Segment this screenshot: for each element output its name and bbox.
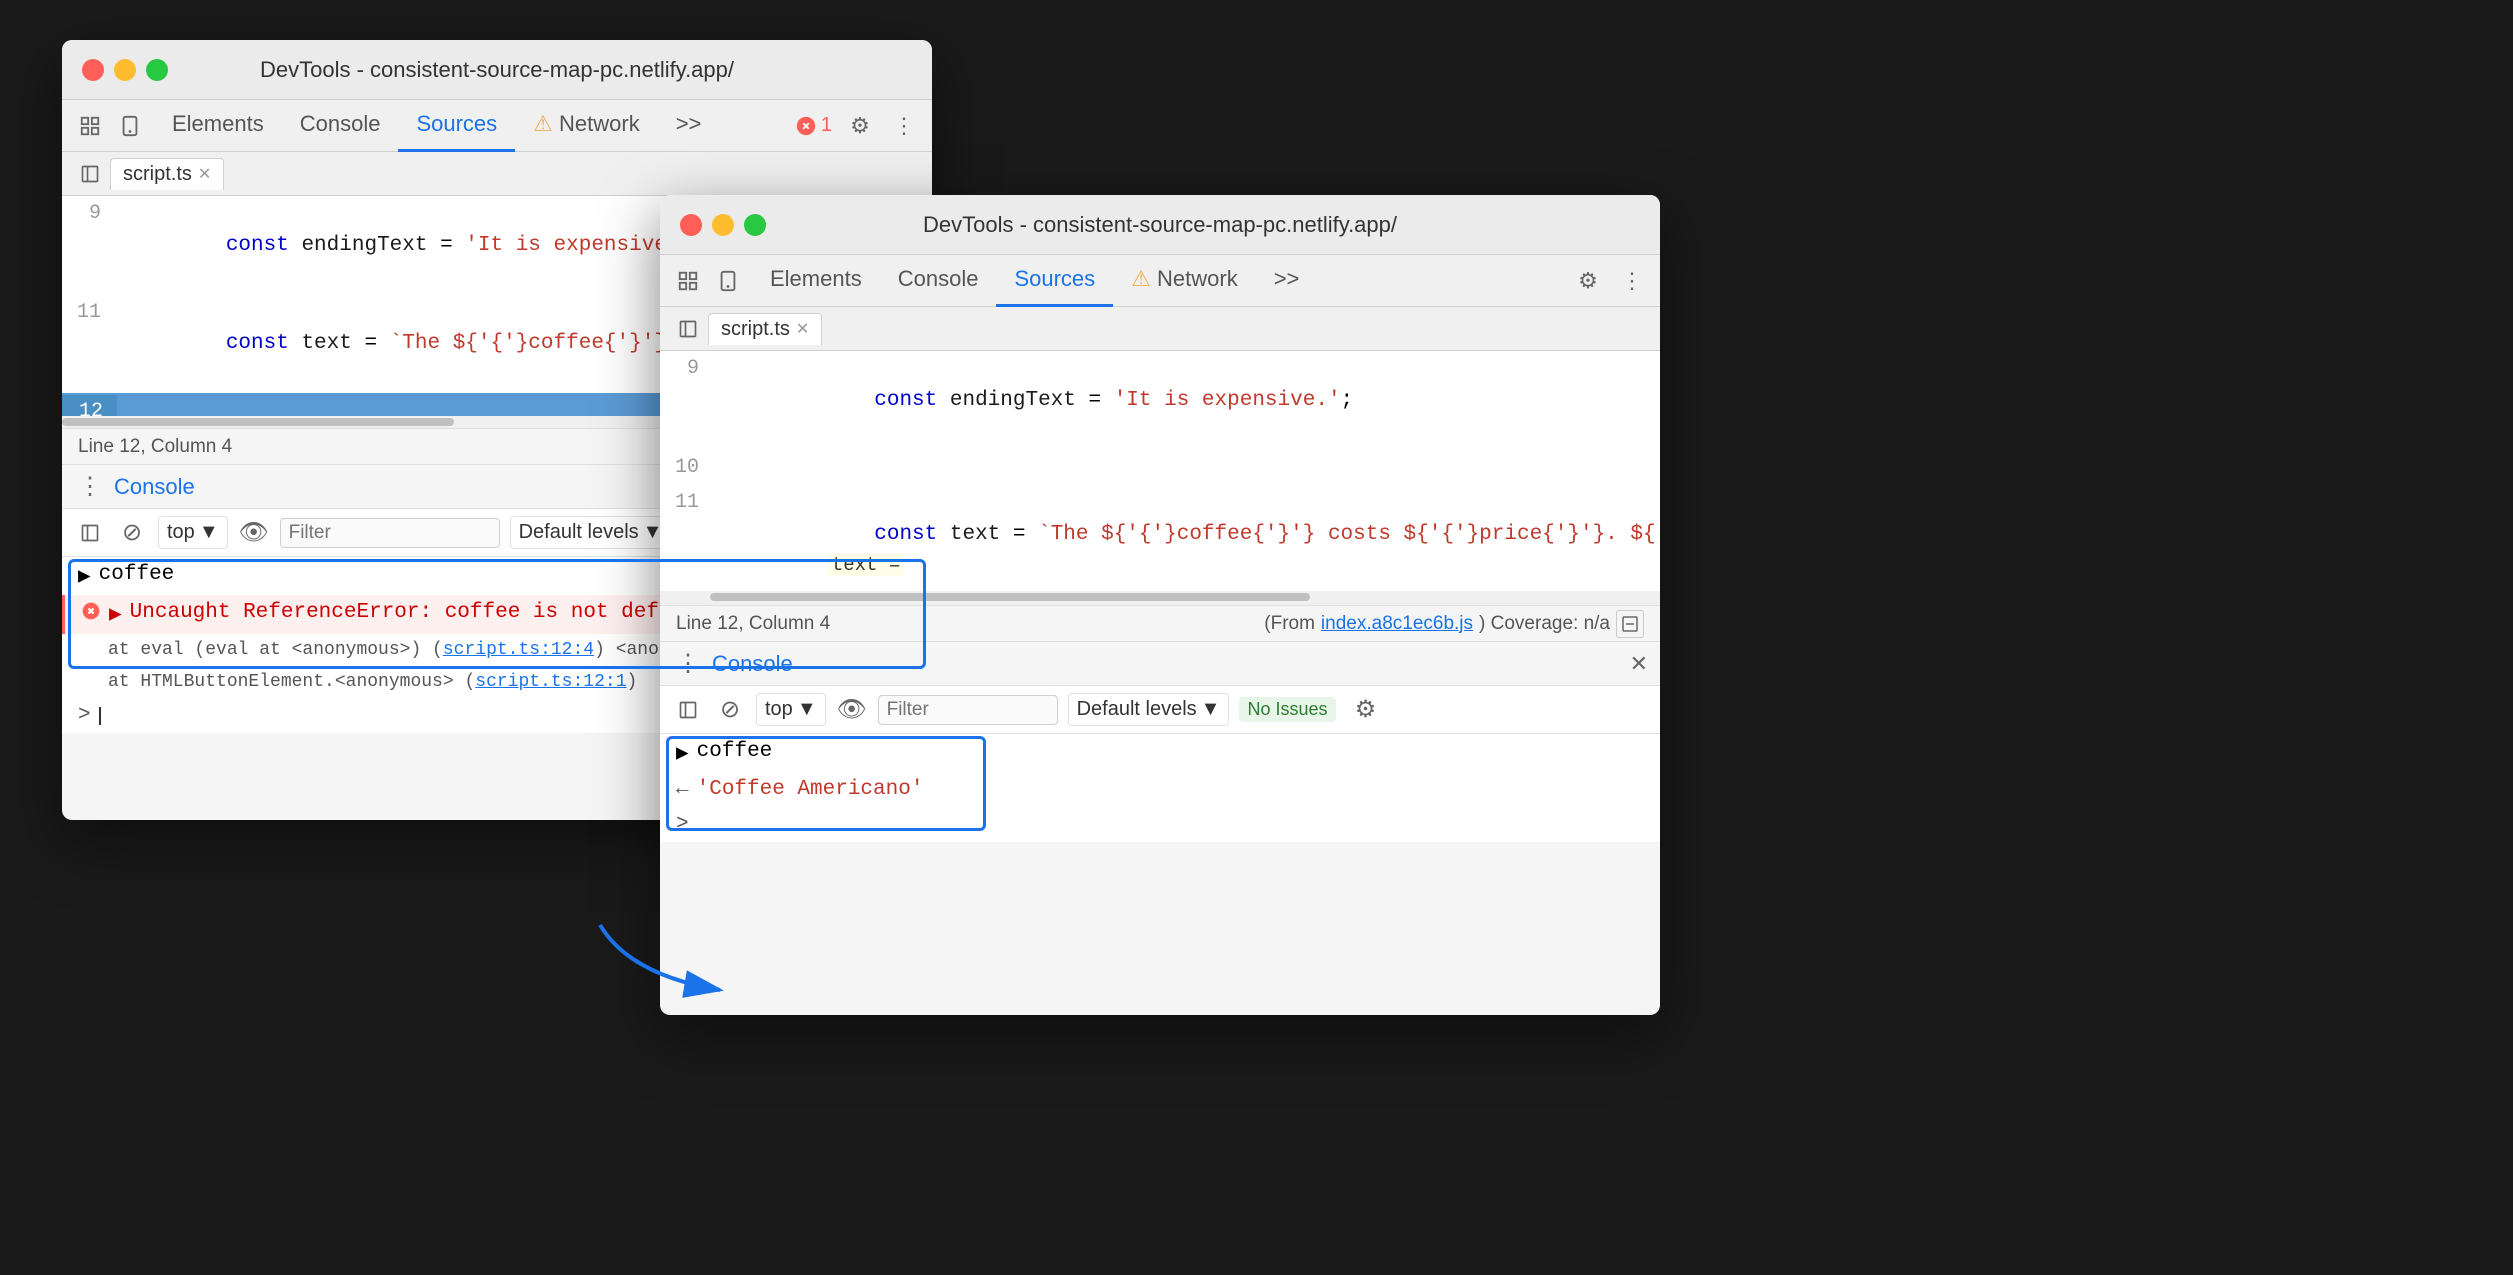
file-tab-bar-1: script.ts ✕ <box>62 152 932 196</box>
tab-network-1[interactable]: ⚠ Network <box>515 100 658 152</box>
close-console-icon[interactable]: ✕ <box>1630 651 1648 677</box>
file-tab-script-2[interactable]: script.ts ✕ <box>708 313 822 345</box>
scrollbar-2[interactable] <box>660 591 1660 605</box>
tab-elements-2[interactable]: Elements <box>752 255 880 307</box>
scrollbar-thumb-1 <box>62 418 454 426</box>
status-bar-2: Line 12, Column 4 (From index.a8c1ec6b.j… <box>660 605 1660 641</box>
minimize-button-1[interactable] <box>114 59 136 81</box>
device-icon-2[interactable] <box>712 265 744 297</box>
console-entry-return: ← 'Coffee Americano' <box>660 772 1660 807</box>
cursor-1 <box>99 707 101 725</box>
default-levels-1[interactable]: Default levels ▼ <box>510 516 672 549</box>
code-line-11b: 11 const text = `The ${'{'}coffee{'}'} c… <box>660 485 1660 591</box>
coverage-icon[interactable] <box>1616 610 1644 638</box>
sidebar-toggle-1[interactable] <box>74 158 106 190</box>
file-tab-bar-2: script.ts ✕ <box>660 307 1660 351</box>
prompt-1: > <box>78 704 91 727</box>
file-tab-label-2: script.ts <box>721 318 790 341</box>
file-tab-close-1[interactable]: ✕ <box>198 164 211 184</box>
code-line-9b: 9 const endingText = 'It is expensive.'; <box>660 351 1660 450</box>
warning-icon: ⚠ <box>533 111 553 137</box>
code-line-10b: 10 <box>660 450 1660 486</box>
error-indicator-1: 1 <box>795 114 832 137</box>
devtools-toolbar-2: Elements Console Sources ⚠ Network >> ⚙ … <box>660 255 1660 307</box>
scrollbar-thumb-2 <box>710 593 1310 601</box>
tab-sources-2[interactable]: Sources <box>996 255 1113 307</box>
window-controls-1 <box>82 59 168 81</box>
file-tab-close-2[interactable]: ✕ <box>796 319 809 339</box>
no-issues-badge: No Issues <box>1239 697 1335 722</box>
tab-bar-2: Elements Console Sources ⚠ Network >> <box>752 255 1317 307</box>
chevron-down-icon: ▼ <box>199 521 219 544</box>
console-more-icon-2[interactable]: ⋮ <box>672 648 704 680</box>
sidebar-panel-icon-1[interactable] <box>74 517 106 549</box>
default-levels-2[interactable]: Default levels ▼ <box>1068 693 1230 726</box>
devtools-window-2: DevTools - consistent-source-map-pc.netl… <box>660 195 1660 1015</box>
source-link-2[interactable]: index.a8c1ec6b.js <box>1321 613 1473 635</box>
filter-input-1[interactable] <box>280 518 500 548</box>
tab-console-1[interactable]: Console <box>282 100 399 152</box>
titlebar-1: DevTools - consistent-source-map-pc.netl… <box>62 40 932 100</box>
warning-icon-2: ⚠ <box>1131 266 1151 292</box>
eye-icon-2[interactable]: 👁 <box>836 694 868 726</box>
file-tab-label-1: script.ts <box>123 163 192 186</box>
tab-more-1[interactable]: >> <box>658 100 720 152</box>
tab-elements-1[interactable]: Elements <box>154 100 282 152</box>
close-button-2[interactable] <box>680 214 702 236</box>
console-title-1: Console <box>114 474 195 500</box>
console-more-icon[interactable]: ⋮ <box>74 471 106 503</box>
window-controls-2 <box>680 214 766 236</box>
window-title-1: DevTools - consistent-source-map-pc.netl… <box>260 57 734 83</box>
chevron-down-icon-3: ▼ <box>797 698 817 721</box>
cursor-position-2: Line 12, Column 4 <box>676 613 830 635</box>
eye-icon-1[interactable]: 👁 <box>238 517 270 549</box>
settings-icon-1[interactable]: ⚙ <box>844 110 876 142</box>
device-icon[interactable] <box>114 110 146 142</box>
clear-icon-1[interactable]: ⊘ <box>116 517 148 549</box>
trace-link-2[interactable]: script.ts:12:1 <box>475 672 626 692</box>
more-icon-1[interactable]: ⋮ <box>888 110 920 142</box>
window-title-2: DevTools - consistent-source-map-pc.netl… <box>923 212 1397 238</box>
tab-network-2[interactable]: ⚠ Network <box>1113 255 1256 307</box>
console-entry-coffee-2: ▶ coffee <box>660 734 1660 772</box>
tab-console-2[interactable]: Console <box>880 255 997 307</box>
top-dropdown-2[interactable]: top ▼ <box>756 693 826 726</box>
code-editor-2: 9 const endingText = 'It is expensive.';… <box>660 351 1660 591</box>
titlebar-2: DevTools - consistent-source-map-pc.netl… <box>660 195 1660 255</box>
tab-more-2[interactable]: >> <box>1256 255 1318 307</box>
console-title-2: Console <box>712 651 793 677</box>
file-tab-script-1[interactable]: script.ts ✕ <box>110 158 224 190</box>
trace-link-1[interactable]: script.ts:12:4 <box>443 640 594 660</box>
prompt-2: > <box>676 813 689 836</box>
console-header-2: ⋮ Console ✕ <box>660 642 1660 686</box>
sidebar-panel-icon-2[interactable] <box>672 694 704 726</box>
tab-sources-1[interactable]: Sources <box>398 100 515 152</box>
tab-bar-1: Elements Console Sources ⚠ Network >> <box>154 100 719 152</box>
maximize-button-1[interactable] <box>146 59 168 81</box>
clear-icon-2[interactable]: ⊘ <box>714 694 746 726</box>
inspect-icon[interactable] <box>74 110 106 142</box>
expand-icon-1[interactable]: ▶ <box>78 563 91 589</box>
settings-icon-3[interactable]: ⚙ <box>1350 694 1382 726</box>
top-dropdown-1[interactable]: top ▼ <box>158 516 228 549</box>
expand-icon-2[interactable]: ▶ <box>676 740 689 766</box>
console-area-2: ⋮ Console ✕ ⊘ top ▼ 👁 Default levels ▼ N… <box>660 641 1660 842</box>
filter-input-2[interactable] <box>878 695 1058 725</box>
cursor-position-1: Line 12, Column 4 <box>78 436 232 458</box>
inspect-icon-2[interactable] <box>672 265 704 297</box>
close-button-1[interactable] <box>82 59 104 81</box>
coffee-text-2: coffee <box>697 740 1644 763</box>
console-input-line-2: > <box>660 807 1660 842</box>
more-icon-2[interactable]: ⋮ <box>1616 265 1648 297</box>
minimize-button-2[interactable] <box>712 214 734 236</box>
chevron-down-icon-4: ▼ <box>1201 698 1221 721</box>
return-value: 'Coffee Americano' <box>697 778 1644 801</box>
maximize-button-2[interactable] <box>744 214 766 236</box>
settings-icon-2[interactable]: ⚙ <box>1572 265 1604 297</box>
sidebar-toggle-2[interactable] <box>672 313 704 345</box>
console-toolbar-2: ⊘ top ▼ 👁 Default levels ▼ No Issues ⚙ <box>660 686 1660 734</box>
expand-error-icon[interactable]: ▶ <box>109 601 122 627</box>
console-log-area-2: ▶ coffee ← 'Coffee Americano' <box>660 734 1660 807</box>
devtools-toolbar-1: Elements Console Sources ⚠ Network >> 1 … <box>62 100 932 152</box>
